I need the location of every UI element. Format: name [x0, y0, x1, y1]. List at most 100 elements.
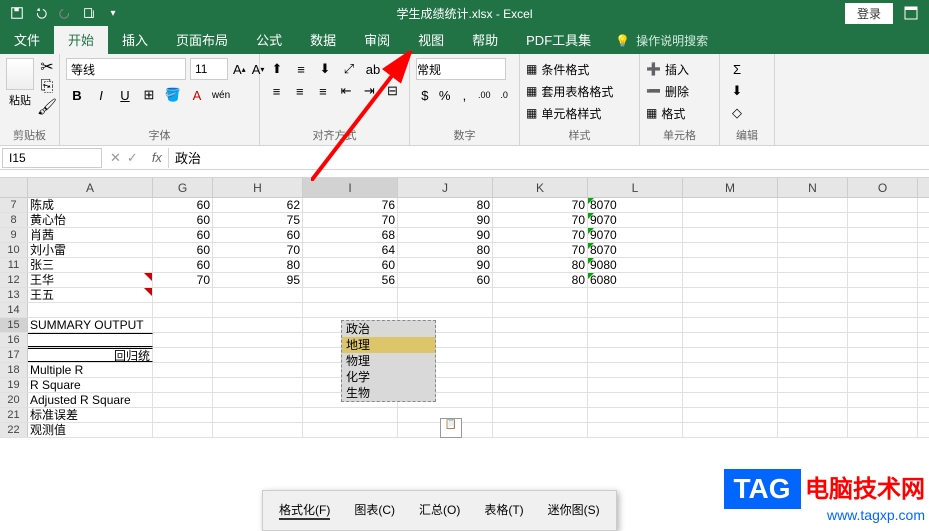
cell[interactable] — [778, 378, 848, 392]
cell[interactable] — [213, 318, 303, 332]
cell[interactable] — [778, 348, 848, 362]
cell[interactable] — [303, 408, 398, 422]
tab-insert[interactable]: 插入 — [108, 25, 162, 54]
cut-icon[interactable]: ✂ — [38, 58, 56, 76]
cell[interactable] — [848, 258, 918, 272]
cell[interactable] — [848, 243, 918, 257]
cell[interactable] — [683, 228, 778, 242]
cell[interactable]: 70 — [303, 213, 398, 227]
cell[interactable]: 70 — [493, 213, 588, 227]
autosum-icon[interactable]: Σ — [726, 58, 748, 80]
cell[interactable] — [153, 363, 213, 377]
row-header[interactable]: 17 — [0, 348, 28, 362]
underline-button[interactable]: U — [114, 84, 136, 106]
cell[interactable]: 70 — [153, 273, 213, 287]
enter-formula-icon[interactable]: ✓ — [127, 150, 138, 166]
cell[interactable]: 56 — [303, 273, 398, 287]
cell[interactable] — [493, 408, 588, 422]
font-size-select[interactable] — [190, 58, 228, 80]
row-header[interactable]: 13 — [0, 288, 28, 302]
cell[interactable]: 60 — [153, 258, 213, 272]
tab-formula[interactable]: 公式 — [242, 25, 296, 54]
cell[interactable]: 9080 — [588, 258, 683, 272]
cell[interactable]: 60 — [398, 273, 493, 287]
cell[interactable] — [683, 318, 778, 332]
row-header[interactable]: 11 — [0, 258, 28, 272]
cell[interactable]: 95 — [213, 273, 303, 287]
increase-font-icon[interactable]: A▴ — [232, 58, 247, 80]
orientation-icon[interactable]: ⤢ — [338, 58, 360, 80]
cell[interactable] — [848, 393, 918, 407]
increase-decimal-icon[interactable]: .00 — [475, 84, 493, 106]
col-header[interactable]: A — [28, 178, 153, 197]
formula-bar[interactable]: 政治 — [168, 148, 929, 168]
cell[interactable] — [588, 318, 683, 332]
cell[interactable] — [588, 348, 683, 362]
decrease-indent-icon[interactable]: ⇤ — [336, 80, 357, 102]
cell[interactable]: 64 — [303, 243, 398, 257]
cell[interactable] — [588, 423, 683, 437]
cell[interactable] — [153, 318, 213, 332]
cell[interactable] — [588, 288, 683, 302]
italic-button[interactable]: I — [90, 84, 112, 106]
row-header[interactable]: 18 — [0, 363, 28, 377]
row-header[interactable]: 14 — [0, 303, 28, 317]
cell[interactable] — [213, 348, 303, 362]
cell[interactable] — [778, 393, 848, 407]
phonetic-icon[interactable]: wén — [210, 84, 232, 106]
cell[interactable] — [778, 213, 848, 227]
cell[interactable] — [398, 303, 493, 317]
cell[interactable] — [848, 378, 918, 392]
cell[interactable] — [493, 303, 588, 317]
align-bottom-icon[interactable]: ⬇ — [314, 58, 336, 80]
ctx-spark[interactable]: 迷你图(S) — [548, 501, 600, 520]
cell[interactable] — [848, 198, 918, 212]
bold-button[interactable]: B — [66, 84, 88, 106]
cell[interactable] — [493, 318, 588, 332]
cell[interactable]: 90 — [398, 228, 493, 242]
name-box[interactable] — [2, 148, 102, 168]
cell[interactable] — [778, 273, 848, 287]
align-right-icon[interactable]: ≡ — [312, 80, 333, 102]
col-header[interactable]: H — [213, 178, 303, 197]
cell[interactable]: 80 — [398, 198, 493, 212]
cell[interactable] — [588, 333, 683, 347]
font-color-icon[interactable]: A — [186, 84, 208, 106]
col-header[interactable]: N — [778, 178, 848, 197]
col-header[interactable]: L — [588, 178, 683, 197]
cell[interactable] — [153, 288, 213, 302]
cell[interactable] — [778, 303, 848, 317]
cell[interactable] — [213, 303, 303, 317]
cell[interactable] — [493, 393, 588, 407]
conditional-format-button[interactable]: ▦条件格式 — [526, 58, 633, 80]
col-header[interactable]: J — [398, 178, 493, 197]
wrap-text-icon[interactable]: ab — [362, 58, 384, 80]
cell[interactable] — [848, 318, 918, 332]
ctx-chart[interactable]: 图表(C) — [354, 501, 395, 520]
cell[interactable]: 68 — [303, 228, 398, 242]
cell[interactable] — [683, 243, 778, 257]
cell[interactable]: 60 — [303, 258, 398, 272]
cell[interactable] — [683, 333, 778, 347]
cell[interactable] — [28, 303, 153, 317]
row-header[interactable]: 8 — [0, 213, 28, 227]
ctx-format[interactable]: 格式化(F) — [279, 501, 330, 520]
paste-options-icon[interactable]: 📋 — [440, 418, 462, 438]
table-format-button[interactable]: ▦套用表格格式 — [526, 80, 633, 102]
cell[interactable] — [778, 288, 848, 302]
cell[interactable] — [493, 348, 588, 362]
font-name-select[interactable] — [66, 58, 186, 80]
cell[interactable]: 80 — [398, 243, 493, 257]
col-header[interactable]: G — [153, 178, 213, 197]
redo-icon[interactable] — [54, 2, 76, 24]
cell[interactable] — [213, 423, 303, 437]
undo-icon[interactable] — [30, 2, 52, 24]
cell[interactable]: 陈成 — [28, 198, 153, 212]
cell[interactable] — [153, 333, 213, 347]
tab-home[interactable]: 开始 — [54, 25, 108, 54]
cell[interactable]: 60 — [153, 198, 213, 212]
row-header[interactable]: 9 — [0, 228, 28, 242]
cell[interactable]: Adjusted R Square — [28, 393, 153, 407]
cell[interactable] — [153, 348, 213, 362]
number-format-select[interactable] — [416, 58, 506, 80]
